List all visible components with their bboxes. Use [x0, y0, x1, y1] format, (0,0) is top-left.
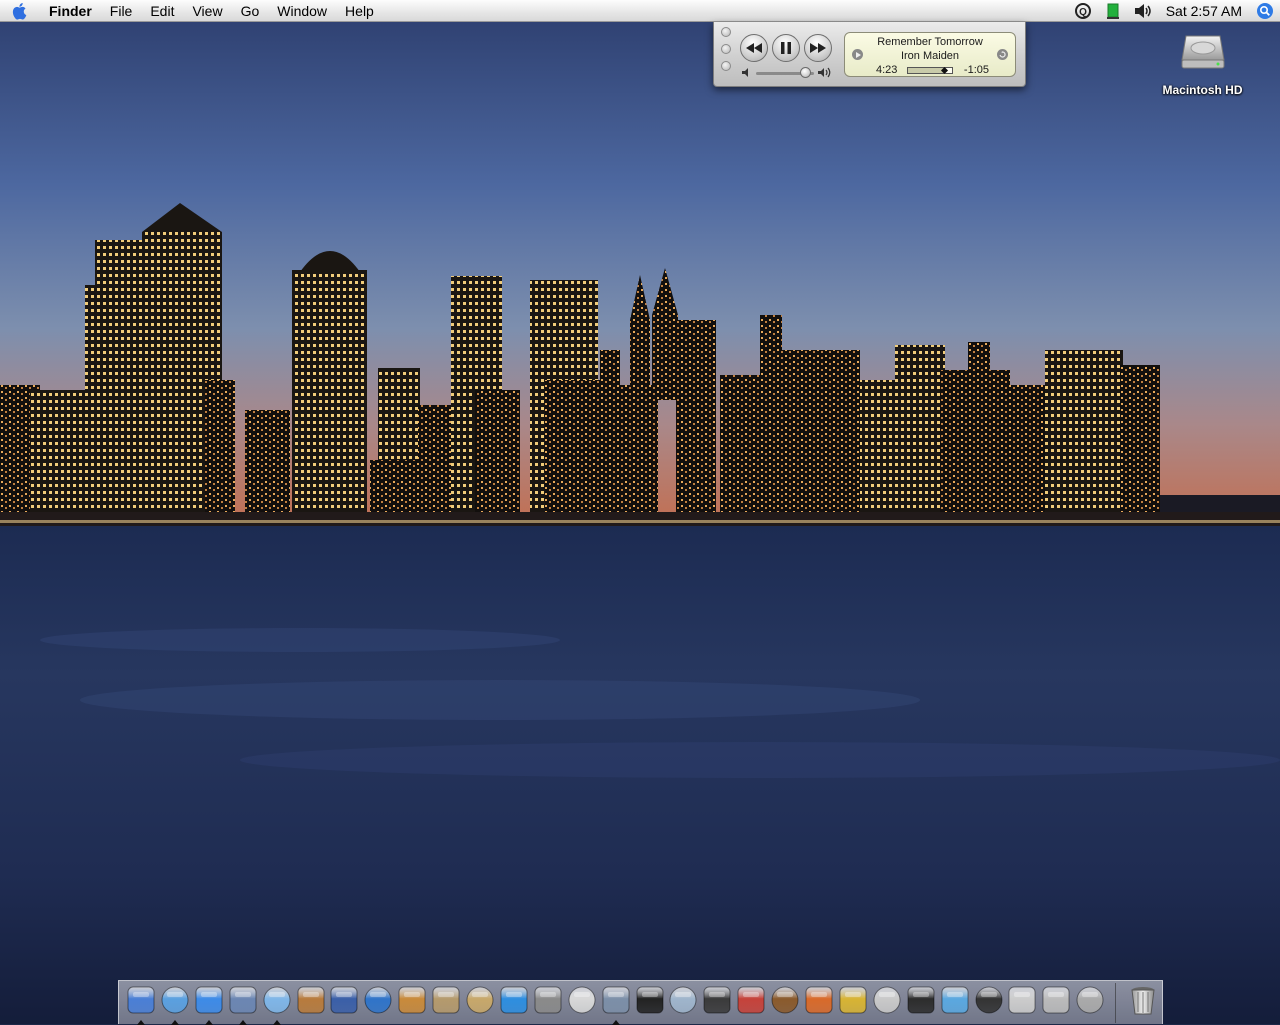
- menu-window[interactable]: Window: [268, 0, 336, 22]
- pause-icon: [781, 42, 791, 54]
- zoom-button[interactable]: [721, 61, 731, 71]
- printer-icon[interactable]: [1006, 984, 1038, 1016]
- menu-help[interactable]: Help: [336, 0, 383, 22]
- classic-mac-icon[interactable]: [871, 984, 903, 1016]
- battery-icon[interactable]: [1098, 0, 1128, 22]
- utility-icon[interactable]: [667, 984, 699, 1016]
- running-indicator: [170, 1020, 179, 1025]
- running-indicator: [204, 1020, 213, 1025]
- disk-utility-icon[interactable]: [1074, 984, 1106, 1016]
- close-button[interactable]: [721, 27, 731, 37]
- desktop-icon-label: Macintosh HD: [1162, 83, 1243, 97]
- desktop-icon-macintosh-hd[interactable]: Macintosh HD: [1150, 28, 1255, 97]
- garageband-icon[interactable]: [396, 984, 428, 1016]
- iphoto-icon[interactable]: [295, 984, 327, 1016]
- svg-text:Q: Q: [1079, 7, 1087, 18]
- remaining-time: -1:05: [963, 64, 989, 76]
- trash-icon[interactable]: [1127, 984, 1159, 1016]
- artist-name: Iron Maiden: [900, 50, 960, 62]
- ichat-icon[interactable]: [193, 984, 225, 1016]
- lcd-snapback-icon[interactable]: [997, 49, 1008, 60]
- hard-drive-icon: [1180, 35, 1225, 69]
- hairdryer-icon[interactable]: [735, 984, 767, 1016]
- menu-app-name[interactable]: Finder: [40, 0, 101, 22]
- minimize-button[interactable]: [721, 44, 731, 54]
- address-book-icon[interactable]: [464, 984, 496, 1016]
- safari-icon[interactable]: [159, 984, 191, 1016]
- song-progress-fill: [908, 68, 945, 73]
- menu-edit[interactable]: Edit: [141, 0, 183, 22]
- ship-wheel-icon[interactable]: [769, 984, 801, 1016]
- running-indicator: [238, 1020, 247, 1025]
- menu-bar: Finder File Edit View Go Window Help Q S…: [0, 0, 1280, 22]
- running-indicator: [611, 1020, 620, 1025]
- finder-icon[interactable]: [125, 984, 157, 1016]
- photo-viewer-icon[interactable]: [600, 984, 632, 1016]
- dock-separator: [1115, 983, 1116, 1023]
- textedit-icon[interactable]: [566, 984, 598, 1016]
- running-indicator: [272, 1020, 281, 1025]
- menu-clock[interactable]: Sat 2:57 AM: [1158, 0, 1250, 22]
- automator-icon[interactable]: [532, 984, 564, 1016]
- imovie-icon[interactable]: [328, 984, 360, 1016]
- volume-low-icon: [742, 68, 748, 77]
- growl-icon[interactable]: [837, 984, 869, 1016]
- now-playing-display: Remember Tomorrow Iron Maiden 4:23 -1:05: [844, 32, 1016, 77]
- previous-track-button[interactable]: [740, 34, 768, 62]
- elapsed-time: 4:23: [876, 64, 898, 76]
- song-title: Remember Tomorrow: [877, 36, 983, 48]
- dvd-player-icon[interactable]: [701, 984, 733, 1016]
- menu-file[interactable]: File: [101, 0, 142, 22]
- mail-icon[interactable]: [227, 984, 259, 1016]
- quicksilver-icon[interactable]: Q: [1068, 0, 1098, 22]
- volume-high-icon: [818, 67, 831, 78]
- itunes-icon[interactable]: [261, 984, 293, 1016]
- preview-icon[interactable]: [430, 984, 462, 1016]
- menu-view[interactable]: View: [183, 0, 231, 22]
- cyberduck-icon[interactable]: [939, 984, 971, 1016]
- volume-slider-knob[interactable]: [800, 67, 812, 78]
- rewind-icon: [746, 43, 762, 53]
- volume-icon[interactable]: [1128, 0, 1158, 22]
- spotlight-search-icon[interactable]: [1250, 0, 1280, 22]
- penguin-icon[interactable]: [973, 984, 1005, 1016]
- song-progress-bar[interactable]: [907, 66, 953, 75]
- apple-logo-icon[interactable]: [0, 0, 40, 22]
- activity-monitor-icon[interactable]: [905, 984, 937, 1016]
- terminal-icon[interactable]: [634, 984, 666, 1016]
- dock: [118, 980, 1163, 1025]
- idvd-icon[interactable]: [362, 984, 394, 1016]
- pause-button[interactable]: [772, 34, 800, 62]
- quicktime-icon[interactable]: [498, 984, 530, 1016]
- next-track-button[interactable]: [804, 34, 832, 62]
- menu-go[interactable]: Go: [232, 0, 269, 22]
- fast-forward-icon: [810, 43, 826, 53]
- apple-hardware-icon[interactable]: [1040, 984, 1072, 1016]
- desktop-wallpaper: [0, 0, 1280, 1024]
- running-indicator: [137, 1020, 145, 1025]
- itunes-mini-player: Remember Tomorrow Iron Maiden 4:23 -1:05: [713, 22, 1026, 87]
- fish-icon[interactable]: [803, 984, 835, 1016]
